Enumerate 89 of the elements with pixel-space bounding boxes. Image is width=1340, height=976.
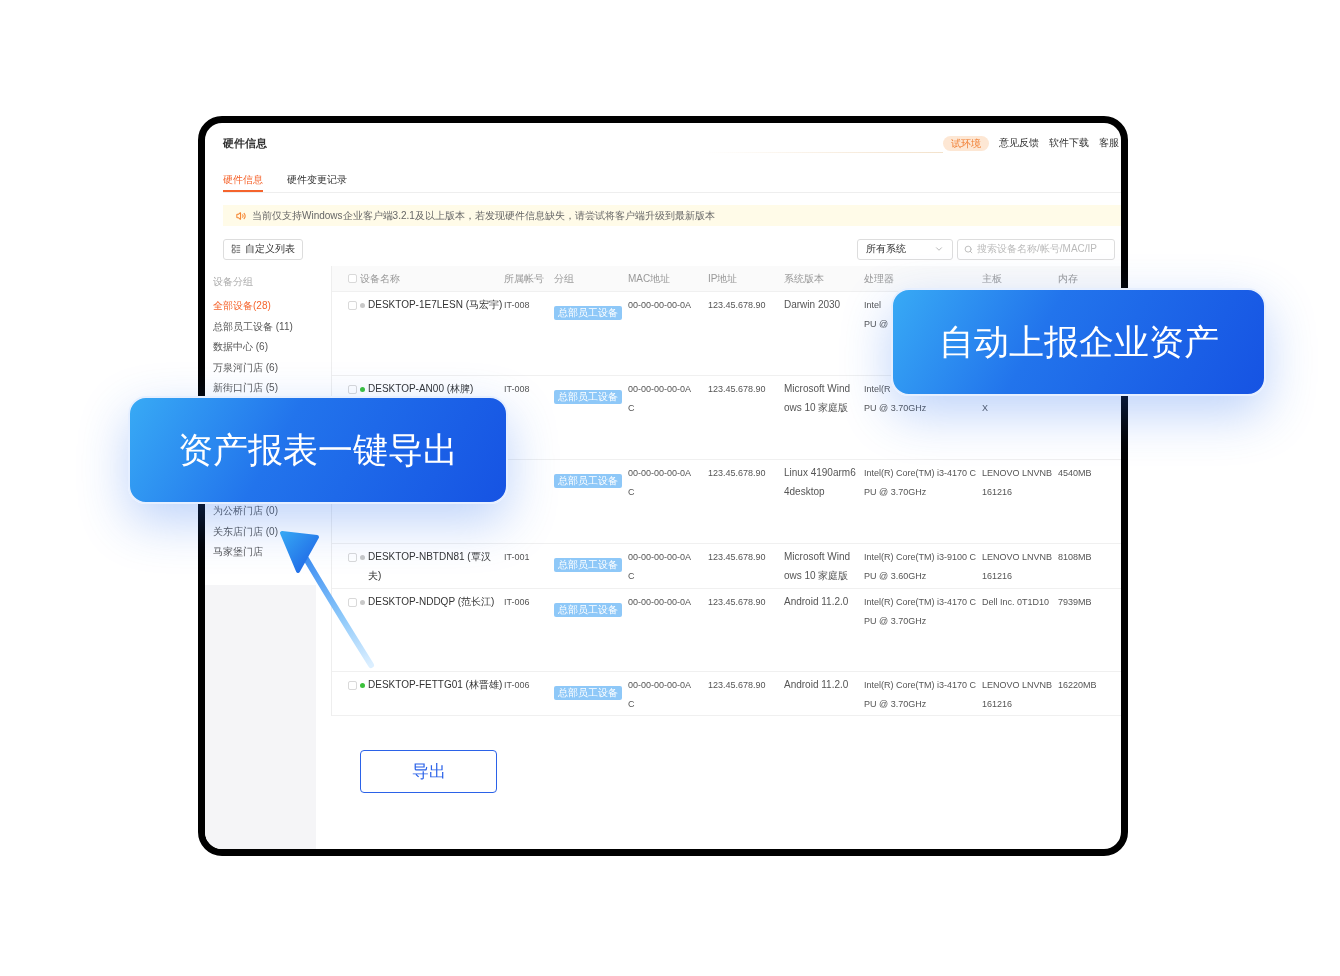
callout-text: 自动上报企业资产 (938, 322, 1219, 362)
mac-address: 00-00-00-00-0A C (628, 551, 692, 582)
account-id: IT-008 (504, 299, 530, 311)
group-tag: 总部员工设备 (554, 603, 622, 617)
memory-size: 7939MB (1058, 596, 1092, 608)
sidebar-item[interactable]: 马家堡门店 (213, 546, 263, 558)
checkbox[interactable] (348, 597, 357, 607)
environment-badge: 试环境 (943, 135, 989, 151)
motherboard-info: X (982, 402, 988, 414)
group-tag: 总部员工设备 (554, 558, 622, 572)
sidebar-item[interactable]: 新街口门店 (5) (213, 382, 278, 394)
checkbox[interactable] (348, 680, 357, 690)
os-version: Android 11.2.0 (784, 596, 849, 608)
mac-address: 00-00-00-00-0A (628, 596, 692, 608)
search-icon (964, 244, 973, 254)
header-link[interactable]: 意见反馈 (999, 137, 1039, 149)
mac-address: 00-00-00-00-0A C (628, 467, 692, 498)
device-name: DESKTOP-NBTDN81 (覃汉 夫) (368, 551, 491, 582)
chevron-down-icon (934, 244, 944, 254)
processor-info: Intel(R) Core(TM) i3-9100 C PU @ 3.60GHz (864, 551, 977, 582)
memory-size: 16220MB (1058, 679, 1097, 691)
sidebar-heading: 设备分组 (213, 276, 253, 288)
group-tag: 总部员工设备 (554, 474, 622, 488)
column-header: 主板 (982, 273, 1002, 284)
group-tag: 总部员工设备 (554, 686, 622, 700)
ip-address: 123.45.678.90 (708, 679, 766, 691)
account-id: IT-006 (504, 679, 530, 691)
device-name: DESKTOP-1E7LESN (马宏宇) (368, 299, 503, 311)
header-link[interactable]: 软件下载 (1049, 137, 1089, 149)
column-header: IP地址 (708, 273, 738, 284)
account-id: IT-001 (504, 551, 530, 563)
ip-address: 123.45.678.90 (708, 467, 766, 479)
processor-info: Intel PU @ (864, 299, 889, 330)
header-link[interactable]: 客服 (1099, 137, 1119, 149)
mac-address: 00-00-00-00-0A C (628, 383, 692, 414)
export-button[interactable]: 导出 (360, 750, 497, 793)
ip-address: 123.45.678.90 (708, 551, 766, 563)
memory-size: 4540MB (1058, 467, 1092, 479)
sidebar-item[interactable]: 总部员工设备 (11) (213, 320, 293, 333)
mac-address: 00-00-00-00-0A (628, 299, 692, 311)
motherboard-info: LENOVO LNVNB 161216 (982, 679, 1053, 710)
processor-info: Intel(R) Core(TM) i3-4170 C PU @ 3.70GHz (864, 467, 977, 498)
column-header: MAC地址 (628, 273, 671, 284)
column-header: 设备名称 (360, 272, 400, 285)
motherboard-info: LENOVO LNVNB 161216 (982, 467, 1053, 498)
system-select[interactable]: 所有系统 (857, 238, 953, 260)
checkbox[interactable] (348, 384, 357, 394)
column-header: 内存 (1058, 273, 1078, 284)
tab[interactable]: 硬件变更记录 (287, 163, 347, 192)
checkbox[interactable] (348, 552, 357, 562)
os-version: Microsoft Wind ows 10 家庭版 (784, 383, 851, 414)
search-field[interactable]: 搜索设备名称/帐号/MAC/IP (957, 238, 1115, 260)
column-header: 系统版本 (784, 273, 824, 284)
os-version: Darwin 2030 (784, 299, 841, 311)
ip-address: 123.45.678.90 (708, 596, 766, 608)
callout-text: 资产报表一键导出 (178, 430, 458, 470)
ip-address: 123.45.678.90 (708, 299, 766, 311)
os-version: Microsoft Wind ows 10 家庭版 (784, 551, 851, 582)
page-title: 硬件信息 (223, 136, 267, 150)
account-id: IT-006 (504, 596, 530, 608)
sidebar-item[interactable]: 为公桥门店 (0) (213, 505, 278, 517)
column-header: 处理器 (864, 273, 894, 284)
account-id: IT-008 (504, 383, 530, 395)
notice-text: 当前仅支持Windows企业客户端3.2.1及以上版本，若发现硬件信息缺失，请尝试将客户端升级到最新版本 (252, 209, 715, 222)
processor-info: Intel(R PU @ 3.70GHz (864, 383, 927, 414)
custom-columns-button[interactable]: 自定义列表 (223, 238, 303, 260)
column-header: 所属帐号 (504, 273, 544, 284)
device-name: DESKTOP-AN00 (林脾) (368, 383, 474, 395)
sidebar-item[interactable]: 万泉河门店 (6) (213, 361, 278, 374)
os-version: Linux 4190arm6 4desktop (784, 467, 856, 498)
column-header: 分组 (554, 273, 574, 284)
device-name: DESKTOP-NDDQP (范长江) (368, 596, 495, 608)
group-tag: 总部员工设备 (554, 306, 622, 320)
device-name: DESKTOP-FETTG01 (林晋雄) (368, 679, 503, 691)
motherboard-info: Dell Inc. 0T1D10 (982, 596, 1050, 608)
sidebar-item[interactable]: 关东店门店 (0) (213, 525, 278, 538)
checkbox[interactable] (348, 274, 357, 283)
mac-address: 00-00-00-00-0A C (628, 679, 692, 710)
motherboard-info: LENOVO LNVNB 161216 (982, 551, 1053, 582)
sidebar-item[interactable]: 数据中心 (6) (213, 341, 268, 353)
checkbox[interactable] (348, 300, 357, 310)
memory-size: 8108MB (1058, 551, 1092, 563)
processor-info: Intel(R) Core(TM) i3-4170 C PU @ 3.70GHz (864, 596, 977, 627)
list-icon (231, 244, 241, 254)
os-version: Android 11.2.0 (784, 679, 849, 691)
processor-info: Intel(R) Core(TM) i3-4170 C PU @ 3.70GHz (864, 679, 977, 710)
speaker-icon (236, 210, 246, 221)
group-tag: 总部员工设备 (554, 390, 622, 404)
ip-address: 123.45.678.90 (708, 383, 766, 395)
